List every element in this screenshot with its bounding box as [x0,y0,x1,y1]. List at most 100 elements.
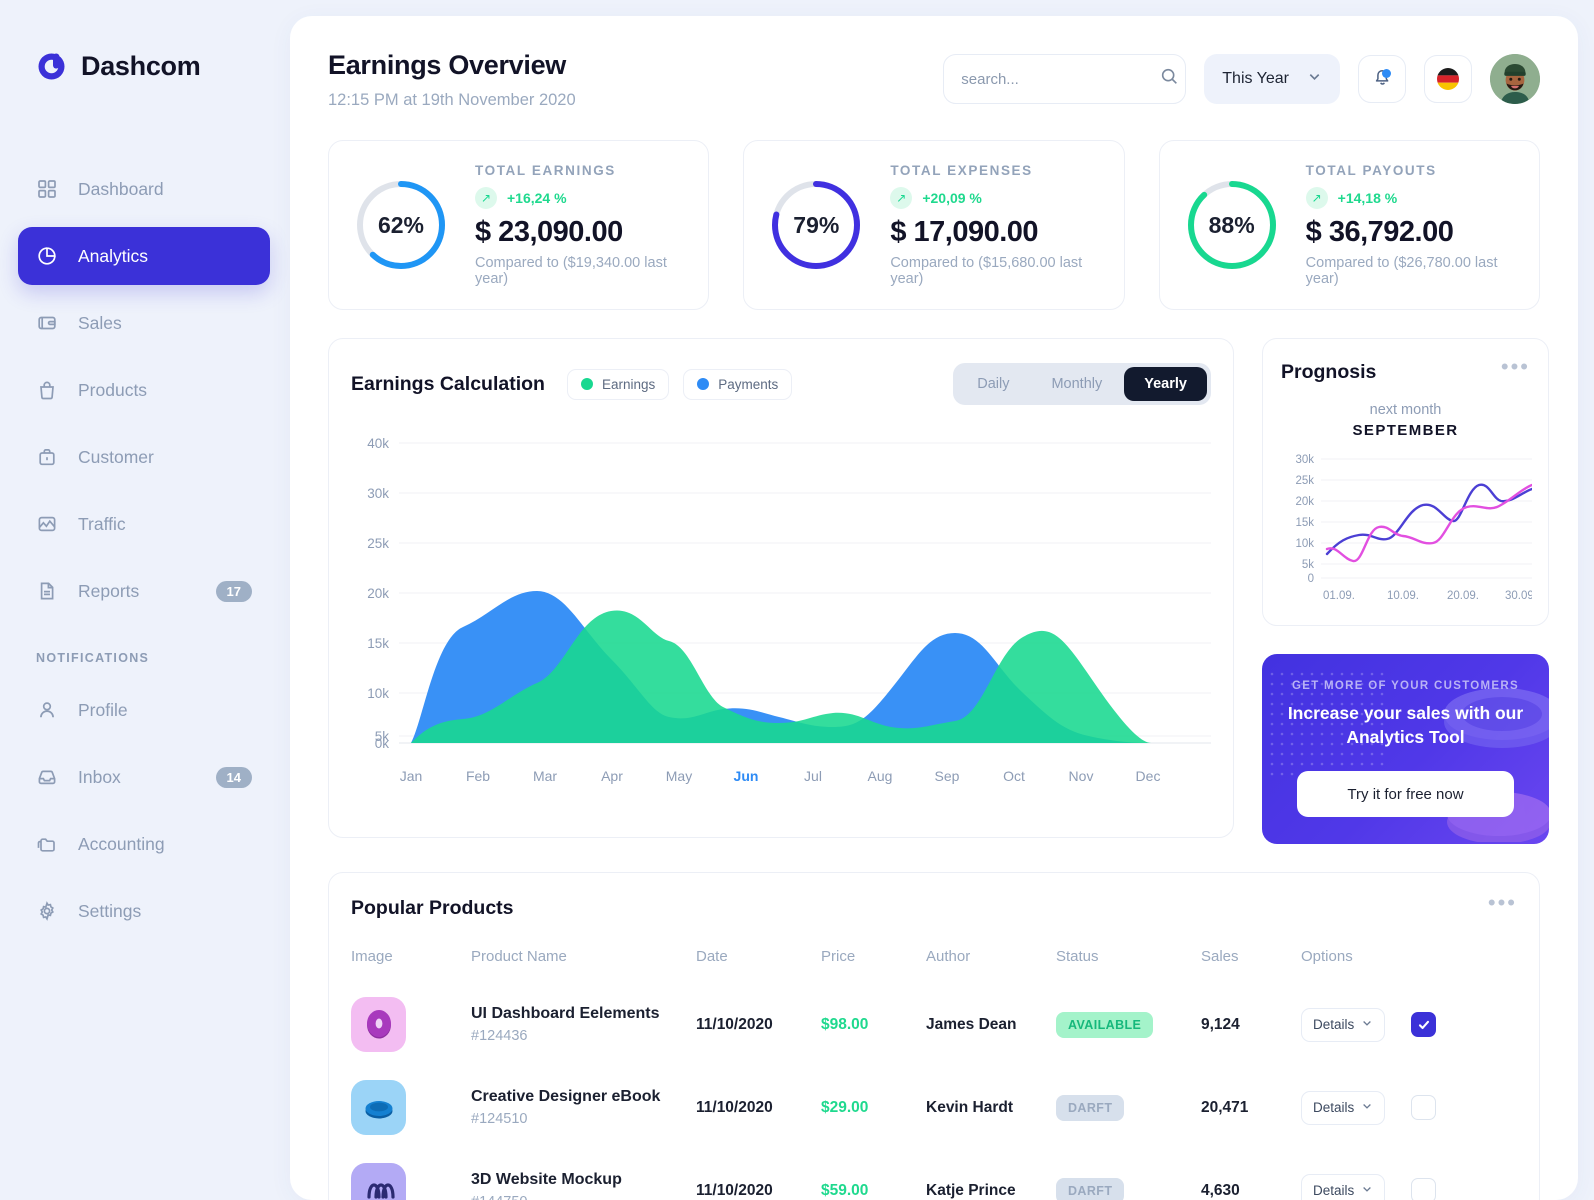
chevron-down-icon [1361,1100,1373,1115]
page-subtitle: 12:15 PM at 19th November 2020 [328,91,576,109]
dashcom-logo-icon [36,51,67,82]
legend-dot-earnings [580,378,593,390]
svg-text:Dec: Dec [1136,768,1161,784]
range-toggle-daily[interactable]: Daily [957,367,1029,401]
stat-delta: ↗ +14,18 % [1305,187,1515,209]
search-box[interactable] [943,54,1187,104]
cell-sales: 9,124 [1201,1015,1240,1033]
stat-cards: 62% TOTAL EARNINGS ↗ +16,24 % $ 23,090.0… [328,140,1540,310]
column-header-select [1411,938,1517,983]
row-checkbox[interactable] [1411,1012,1436,1037]
prognosis-series-magenta [1325,483,1534,563]
sidebar-item-label: Customer [78,446,154,467]
sidebar-item-dashboard[interactable]: Dashboard [18,160,270,218]
cell-price: $98.00 [821,1015,869,1033]
cell-select [1411,983,1517,1066]
sidebar-item-analytics[interactable]: Analytics [18,227,270,285]
svg-text:Sep: Sep [935,768,960,784]
svg-text:Aug: Aug [868,768,893,784]
search-icon [1160,67,1179,91]
status-badge: DARFT [1056,1177,1125,1200]
language-button[interactable] [1424,55,1472,103]
product-id: #124436 [471,1028,528,1044]
range-toggle: Daily Monthly Yearly [953,363,1211,405]
search-input[interactable] [961,70,1161,88]
sidebar-item-products[interactable]: Products [18,361,270,419]
table-column-headers: Image Product Name Date Price Author Sta… [351,938,1517,983]
svg-text:15k: 15k [367,636,389,651]
cell-select [1411,1066,1517,1149]
details-dropdown[interactable]: Details [1301,1090,1385,1125]
range-toggle-monthly[interactable]: Monthly [1031,367,1122,401]
sidebar-item-settings[interactable]: Settings [18,882,270,940]
table-header-row: Popular Products ••• [351,892,1517,920]
purple-torus-icon [351,997,406,1052]
sidebar-item-sales[interactable]: Sales [18,294,270,352]
svg-text:25k: 25k [367,536,389,551]
gear-icon [36,900,58,922]
sidebar-item-customer[interactable]: Customer [18,428,270,486]
top-actions: This Year [943,54,1540,104]
stat-title: TOTAL EXPENSES [890,163,1033,178]
cell-status: DARFT [1056,1149,1201,1200]
sidebar-item-profile[interactable]: Profile [18,681,270,739]
prognosis-card: Prognosis ••• next month SEPTEMBER 30k 2… [1262,338,1549,626]
notifications-button[interactable] [1358,55,1406,103]
germany-flag-icon [1436,67,1460,91]
cell-date: 11/10/2020 [696,1181,773,1199]
row-checkbox[interactable] [1411,1095,1436,1120]
legend-item-earnings[interactable]: Earnings [566,368,670,400]
svg-text:Mar: Mar [533,768,557,784]
svg-text:May: May [666,768,692,784]
column-header-author: Author [926,948,971,965]
sidebar-item-reports[interactable]: Reports 17 [18,562,270,620]
details-dropdown[interactable]: Details [1301,1173,1385,1200]
stat-title: TOTAL PAYOUTS [1305,163,1437,178]
blue-disc-icon [351,1080,406,1135]
user-avatar[interactable] [1490,54,1540,104]
cell-status: DARFT [1056,1066,1201,1149]
more-options-icon[interactable]: ••• [1488,892,1517,914]
legend-dot-payments [697,378,710,390]
chart-header: Earnings Calculation Earnings Payments D… [351,363,1211,405]
stat-delta-value: +14,18 % [1337,190,1398,206]
table-row: 3D Website Mockup #144750 11/10/2020 $59… [351,1149,1517,1200]
spiral-icon [351,1163,406,1200]
wallet-icon [36,312,58,334]
promo-headline: Increase your sales with our Analytics T… [1287,703,1524,747]
prognosis-header: Prognosis ••• [1281,356,1530,384]
cell-price: $59.00 [821,1181,869,1199]
details-label: Details [1313,1100,1355,1115]
prognosis-title: Prognosis [1281,361,1377,383]
promo-cta-button[interactable]: Try it for free now [1297,771,1514,818]
sidebar-item-accounting[interactable]: Accounting [18,815,270,873]
chart-legend: Earnings Payments [566,368,793,400]
prognosis-month: SEPTEMBER [1352,422,1459,439]
popular-products-card: Popular Products ••• Image Product Name … [328,872,1540,1200]
legend-item-payments[interactable]: Payments [683,368,793,400]
svg-text:20k: 20k [1295,496,1314,508]
trend-up-icon: ↗ [1305,187,1328,209]
details-label: Details [1313,1017,1355,1032]
row-checkbox[interactable] [1411,1178,1436,1200]
stat-delta-value: +16,24 % [507,190,567,206]
date-range-select[interactable]: This Year [1204,54,1340,104]
svg-text:0: 0 [1308,573,1314,585]
document-icon [36,580,58,602]
sidebar-nav: Dashboard Analytics Sales Products Custo… [0,160,290,940]
middle-row: Earnings Calculation Earnings Payments D… [328,338,1549,844]
more-options-icon[interactable]: ••• [1501,356,1530,378]
svg-text:30.09.: 30.09. [1505,590,1532,602]
sidebar-item-traffic[interactable]: Traffic [18,495,270,553]
stat-body: TOTAL EARNINGS ↗ +16,24 % $ 23,090.00 Co… [475,163,684,287]
stat-comparison: Compared to ($26,780.00 last year) [1305,255,1498,287]
sidebar-item-label: Profile [78,699,128,720]
cell-author: Katje Prince [926,1181,1016,1199]
earnings-area-chart: 40k 30k 25k 20k 15k 10k 5k x 0k [351,431,1211,801]
earnings-chart-svg: 40k 30k 25k 20k 15k 10k 5k x 0k [367,436,1211,784]
range-toggle-yearly[interactable]: Yearly [1124,367,1207,401]
column-header-price: Price [821,948,856,965]
sidebar-item-inbox[interactable]: Inbox 14 [18,748,270,806]
sidebar-badge-inbox: 14 [215,766,252,788]
details-dropdown[interactable]: Details [1301,1007,1385,1042]
